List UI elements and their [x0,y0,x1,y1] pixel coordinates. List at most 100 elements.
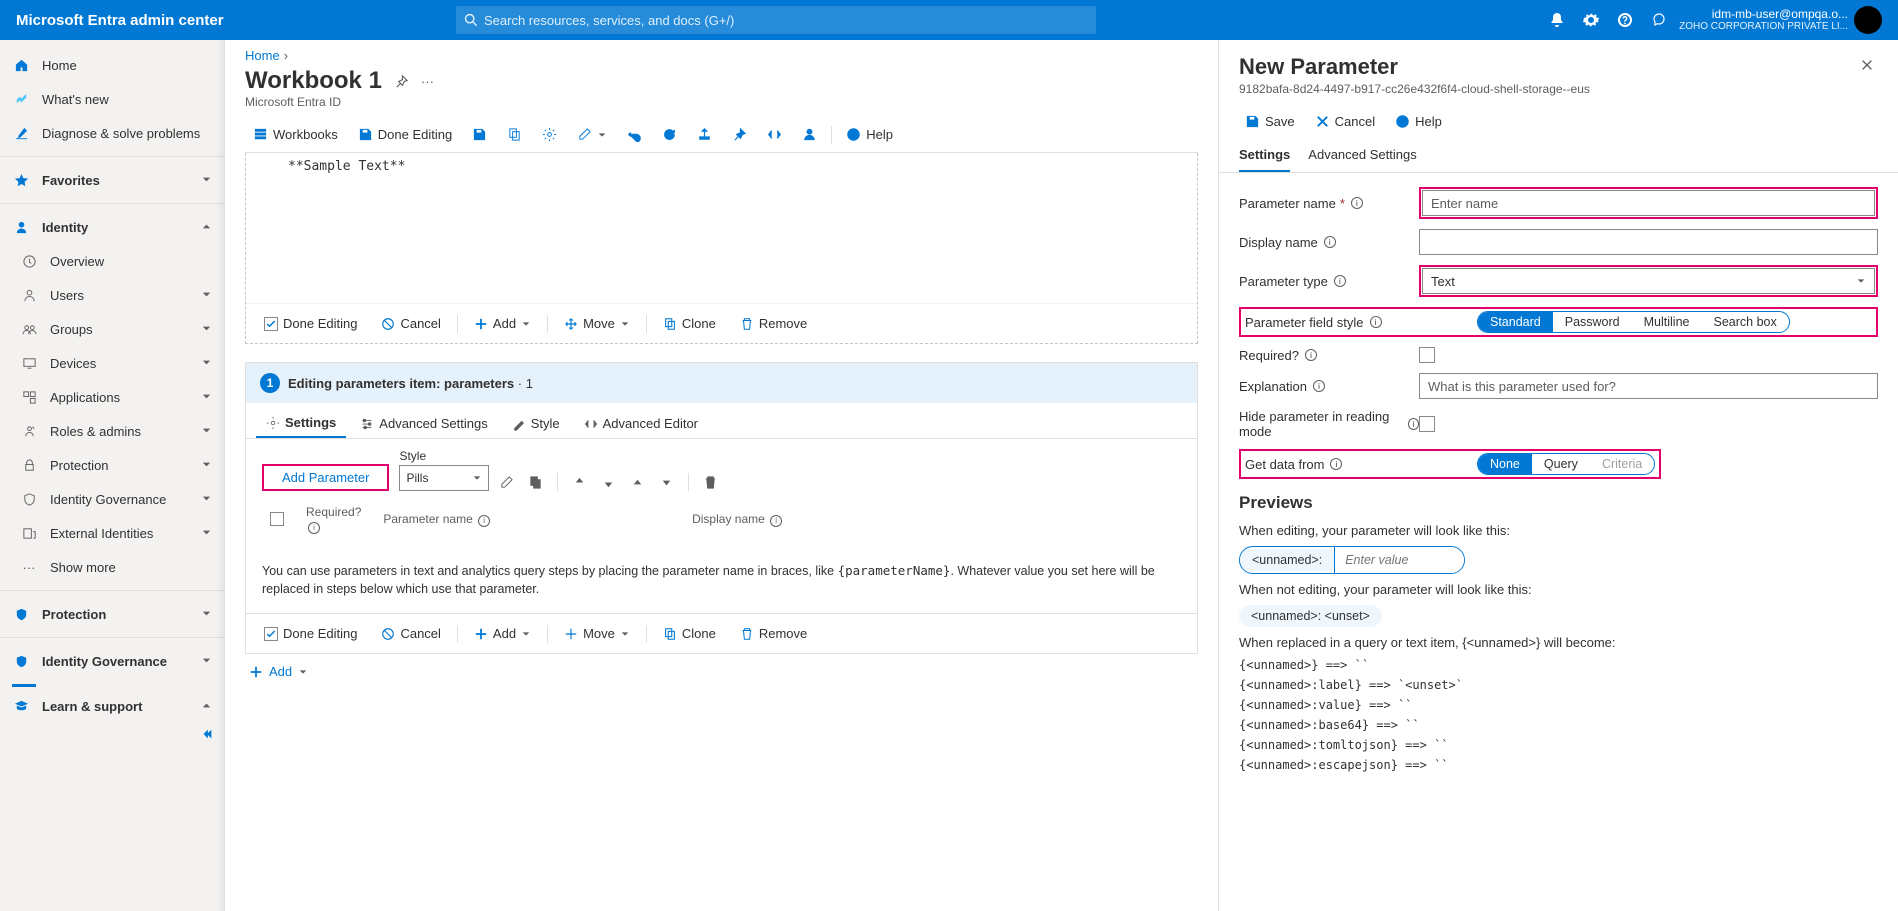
nav-home[interactable]: Home [0,48,224,82]
clone-action-2[interactable]: Clone [653,622,726,645]
app-title: Microsoft Entra admin center [16,12,456,29]
preview-value-input[interactable] [1334,547,1464,573]
pin-icon[interactable] [394,74,409,89]
breadcrumb[interactable]: Home› [245,48,1198,63]
copy-icon[interactable] [499,123,530,146]
panel-tab-advanced[interactable]: Advanced Settings [1308,139,1416,172]
nav-devices[interactable]: Devices [8,346,224,380]
param-name-input[interactable] [1422,190,1875,216]
nav-show-more[interactable]: ···Show more [8,550,224,584]
nav-roles[interactable]: Roles & admins [8,414,224,448]
parameters-editor: 1 Editing parameters item: parameters · … [245,362,1198,654]
nav-external-identities[interactable]: External Identities [8,516,224,550]
remove-action[interactable]: Remove [730,312,817,335]
help-button[interactable]: Help [838,123,901,146]
pill-none[interactable]: None [1478,454,1532,474]
nav-applications[interactable]: Applications [8,380,224,414]
cancel-action[interactable]: Cancel [371,312,450,335]
notifications-icon[interactable] [1549,12,1565,28]
top-icon[interactable] [630,475,645,490]
preview-line-4: {<unnamed>:tomltojson} ==> `` [1239,738,1878,752]
preview-line-1: {<unnamed>:label} ==> `<unset>` [1239,678,1878,692]
add-step-link[interactable]: Add [245,654,1198,689]
editor-textarea[interactable]: **Sample Text** [246,153,1197,303]
more-icon[interactable]: ··· [421,74,434,89]
remove-action-2[interactable]: Remove [730,622,817,645]
nav-identity-governance[interactable]: Identity Governance [8,482,224,516]
bottom-icon[interactable] [659,475,674,490]
nav-identity[interactable]: Identity [0,210,224,244]
delete-param-icon[interactable] [703,475,718,490]
add-action-2[interactable]: Add [464,622,541,645]
nav-whatsnew[interactable]: What's new [0,82,224,116]
tab-style[interactable]: Style [502,409,570,438]
move-action[interactable]: Move [554,312,640,335]
global-search[interactable] [456,6,1096,34]
nav-groups[interactable]: Groups [8,312,224,346]
pill-standard[interactable]: Standard [1478,312,1553,332]
collapse-sidebar[interactable] [0,723,224,745]
feedback-icon[interactable] [1651,12,1667,28]
done-editing-button[interactable]: Done Editing [350,123,460,146]
clone-action[interactable]: Clone [653,312,726,335]
param-type-select[interactable]: Text [1422,268,1875,294]
tab-settings[interactable]: Settings [256,409,346,438]
field-style-group: Standard Password Multiline Search box [1477,311,1790,333]
up-icon[interactable] [572,475,587,490]
nav-favorites[interactable]: Favorites [0,163,224,197]
down-icon[interactable] [601,475,616,490]
tab-advanced-editor[interactable]: Advanced Editor [574,409,708,438]
panel-save-button[interactable]: Save [1237,110,1303,133]
edit-icon[interactable] [569,123,615,146]
copy-param-icon[interactable] [528,475,543,490]
help-icon[interactable] [1617,12,1633,28]
person-icon[interactable] [794,123,825,146]
style-select[interactable]: Pills [399,465,489,491]
nav-overview[interactable]: Overview [8,244,224,278]
explanation-input[interactable] [1419,373,1878,399]
edit-param-icon[interactable] [499,475,514,490]
pill-multiline[interactable]: Multiline [1632,312,1702,332]
nav-idgov-2[interactable]: Identity Governance [0,644,224,678]
display-name-input[interactable] [1419,229,1878,255]
nav-protection-2[interactable]: Protection [0,597,224,631]
close-panel-button[interactable] [1856,54,1878,79]
pill-query[interactable]: Query [1532,454,1590,474]
panel-help-button[interactable]: Help [1387,110,1450,133]
undo-icon[interactable] [619,123,650,146]
cancel-action-2[interactable]: Cancel [371,622,450,645]
done-editing-action[interactable]: Done Editing [254,312,367,335]
pin-tb-icon[interactable] [724,123,755,146]
settings-icon[interactable] [1583,12,1599,28]
add-parameter-button[interactable]: Add Parameter [262,464,389,491]
code-icon[interactable] [759,123,790,146]
nav-learn[interactable]: Learn & support [0,689,224,723]
panel-tab-settings[interactable]: Settings [1239,139,1290,172]
param-help-text: You can use parameters in text and analy… [246,548,1197,614]
workbooks-button[interactable]: Workbooks [245,123,346,146]
preview-chip: <unnamed>: <unset> [1239,605,1382,627]
add-action[interactable]: Add [464,312,541,335]
hide-checkbox[interactable] [1419,416,1435,432]
settings-gear-icon[interactable] [534,123,565,146]
pill-password[interactable]: Password [1553,312,1632,332]
refresh-icon[interactable] [654,123,685,146]
nav-protection[interactable]: Protection [8,448,224,482]
panel-cancel-button[interactable]: Cancel [1307,110,1383,133]
label-required: Required? i [1239,348,1419,363]
nav-users[interactable]: Users [8,278,224,312]
save-icon[interactable] [464,123,495,146]
nav-diagnose[interactable]: Diagnose & solve problems [0,116,224,150]
col-param-name: Parameter name i [383,512,490,527]
tab-advanced-settings[interactable]: Advanced Settings [350,409,497,438]
move-action-2[interactable]: Move [554,622,640,645]
select-all-checkbox[interactable] [270,512,284,526]
pill-searchbox[interactable]: Search box [1701,312,1788,332]
done-editing-action-2[interactable]: Done Editing [254,622,367,645]
avatar[interactable] [1854,6,1882,34]
col-display-name: Display name i [692,512,782,527]
share-icon[interactable] [689,123,720,146]
required-checkbox[interactable] [1419,347,1435,363]
search-input[interactable] [484,13,1088,28]
user-info[interactable]: idm-mb-user@ompqa.o... ZOHO CORPORATION … [1679,7,1848,33]
